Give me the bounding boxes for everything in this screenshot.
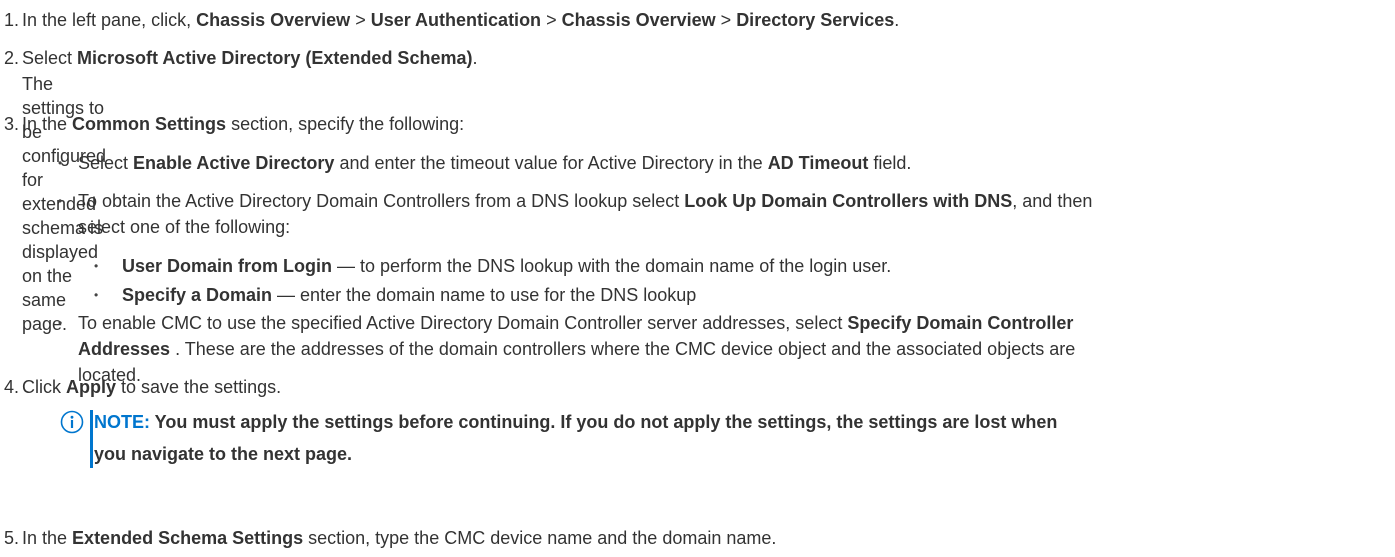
step-text: In the left pane, click, Chassis Overvie… <box>22 10 900 30</box>
menu-path-user-authentication: User Authentication <box>370 10 542 30</box>
note-box: NOTE: You must apply the settings before… <box>60 406 1380 470</box>
note-bar <box>90 410 93 468</box>
document: 1. In the left pane, click, Chassis Over… <box>0 0 1395 557</box>
step-text: In the Extended Schema Settings section,… <box>22 528 777 548</box>
note-label: NOTE: <box>94 412 150 432</box>
bullet-text-line2: Addresses . These are the addresses of t… <box>78 339 1076 359</box>
step-number: 3. <box>4 114 20 134</box>
bullet-text: To enable CMC to use the specified Activ… <box>78 313 1074 333</box>
bullet-marker: • <box>58 316 63 330</box>
bullet-text-line2: select one of the following: <box>78 217 291 237</box>
bullet-marker: • <box>58 194 63 208</box>
bullet-marker: • <box>94 259 99 273</box>
bullet-marker: • <box>94 288 99 302</box>
menu-path-chassis-overview: Chassis Overview <box>196 10 351 30</box>
menu-path-chassis-overview-2: Chassis Overview <box>561 10 716 30</box>
info-icon <box>60 410 84 434</box>
bullet-text: User Domain from Login — to perform the … <box>122 256 892 276</box>
bullet-text: Specify a Domain — enter the domain name… <box>122 285 697 305</box>
bullet-text: Select Enable Active Directory and enter… <box>78 153 912 173</box>
step-number: 5. <box>4 528 20 548</box>
step-text: Select Microsoft Active Directory (Exten… <box>22 48 478 68</box>
note-text: NOTE: You must apply the settings before… <box>94 412 1058 464</box>
step-text: Click Apply to save the settings. <box>22 377 282 397</box>
step-text: In the Common Settings section, specify … <box>22 114 465 134</box>
bullet-text: To obtain the Active Directory Domain Co… <box>78 191 1093 211</box>
step-number: 2. <box>4 48 20 68</box>
step-number: 1. <box>4 10 20 30</box>
step-number: 4. <box>4 377 20 397</box>
menu-path-directory-services: Directory Services <box>736 10 895 30</box>
bullet-marker: • <box>58 156 63 170</box>
